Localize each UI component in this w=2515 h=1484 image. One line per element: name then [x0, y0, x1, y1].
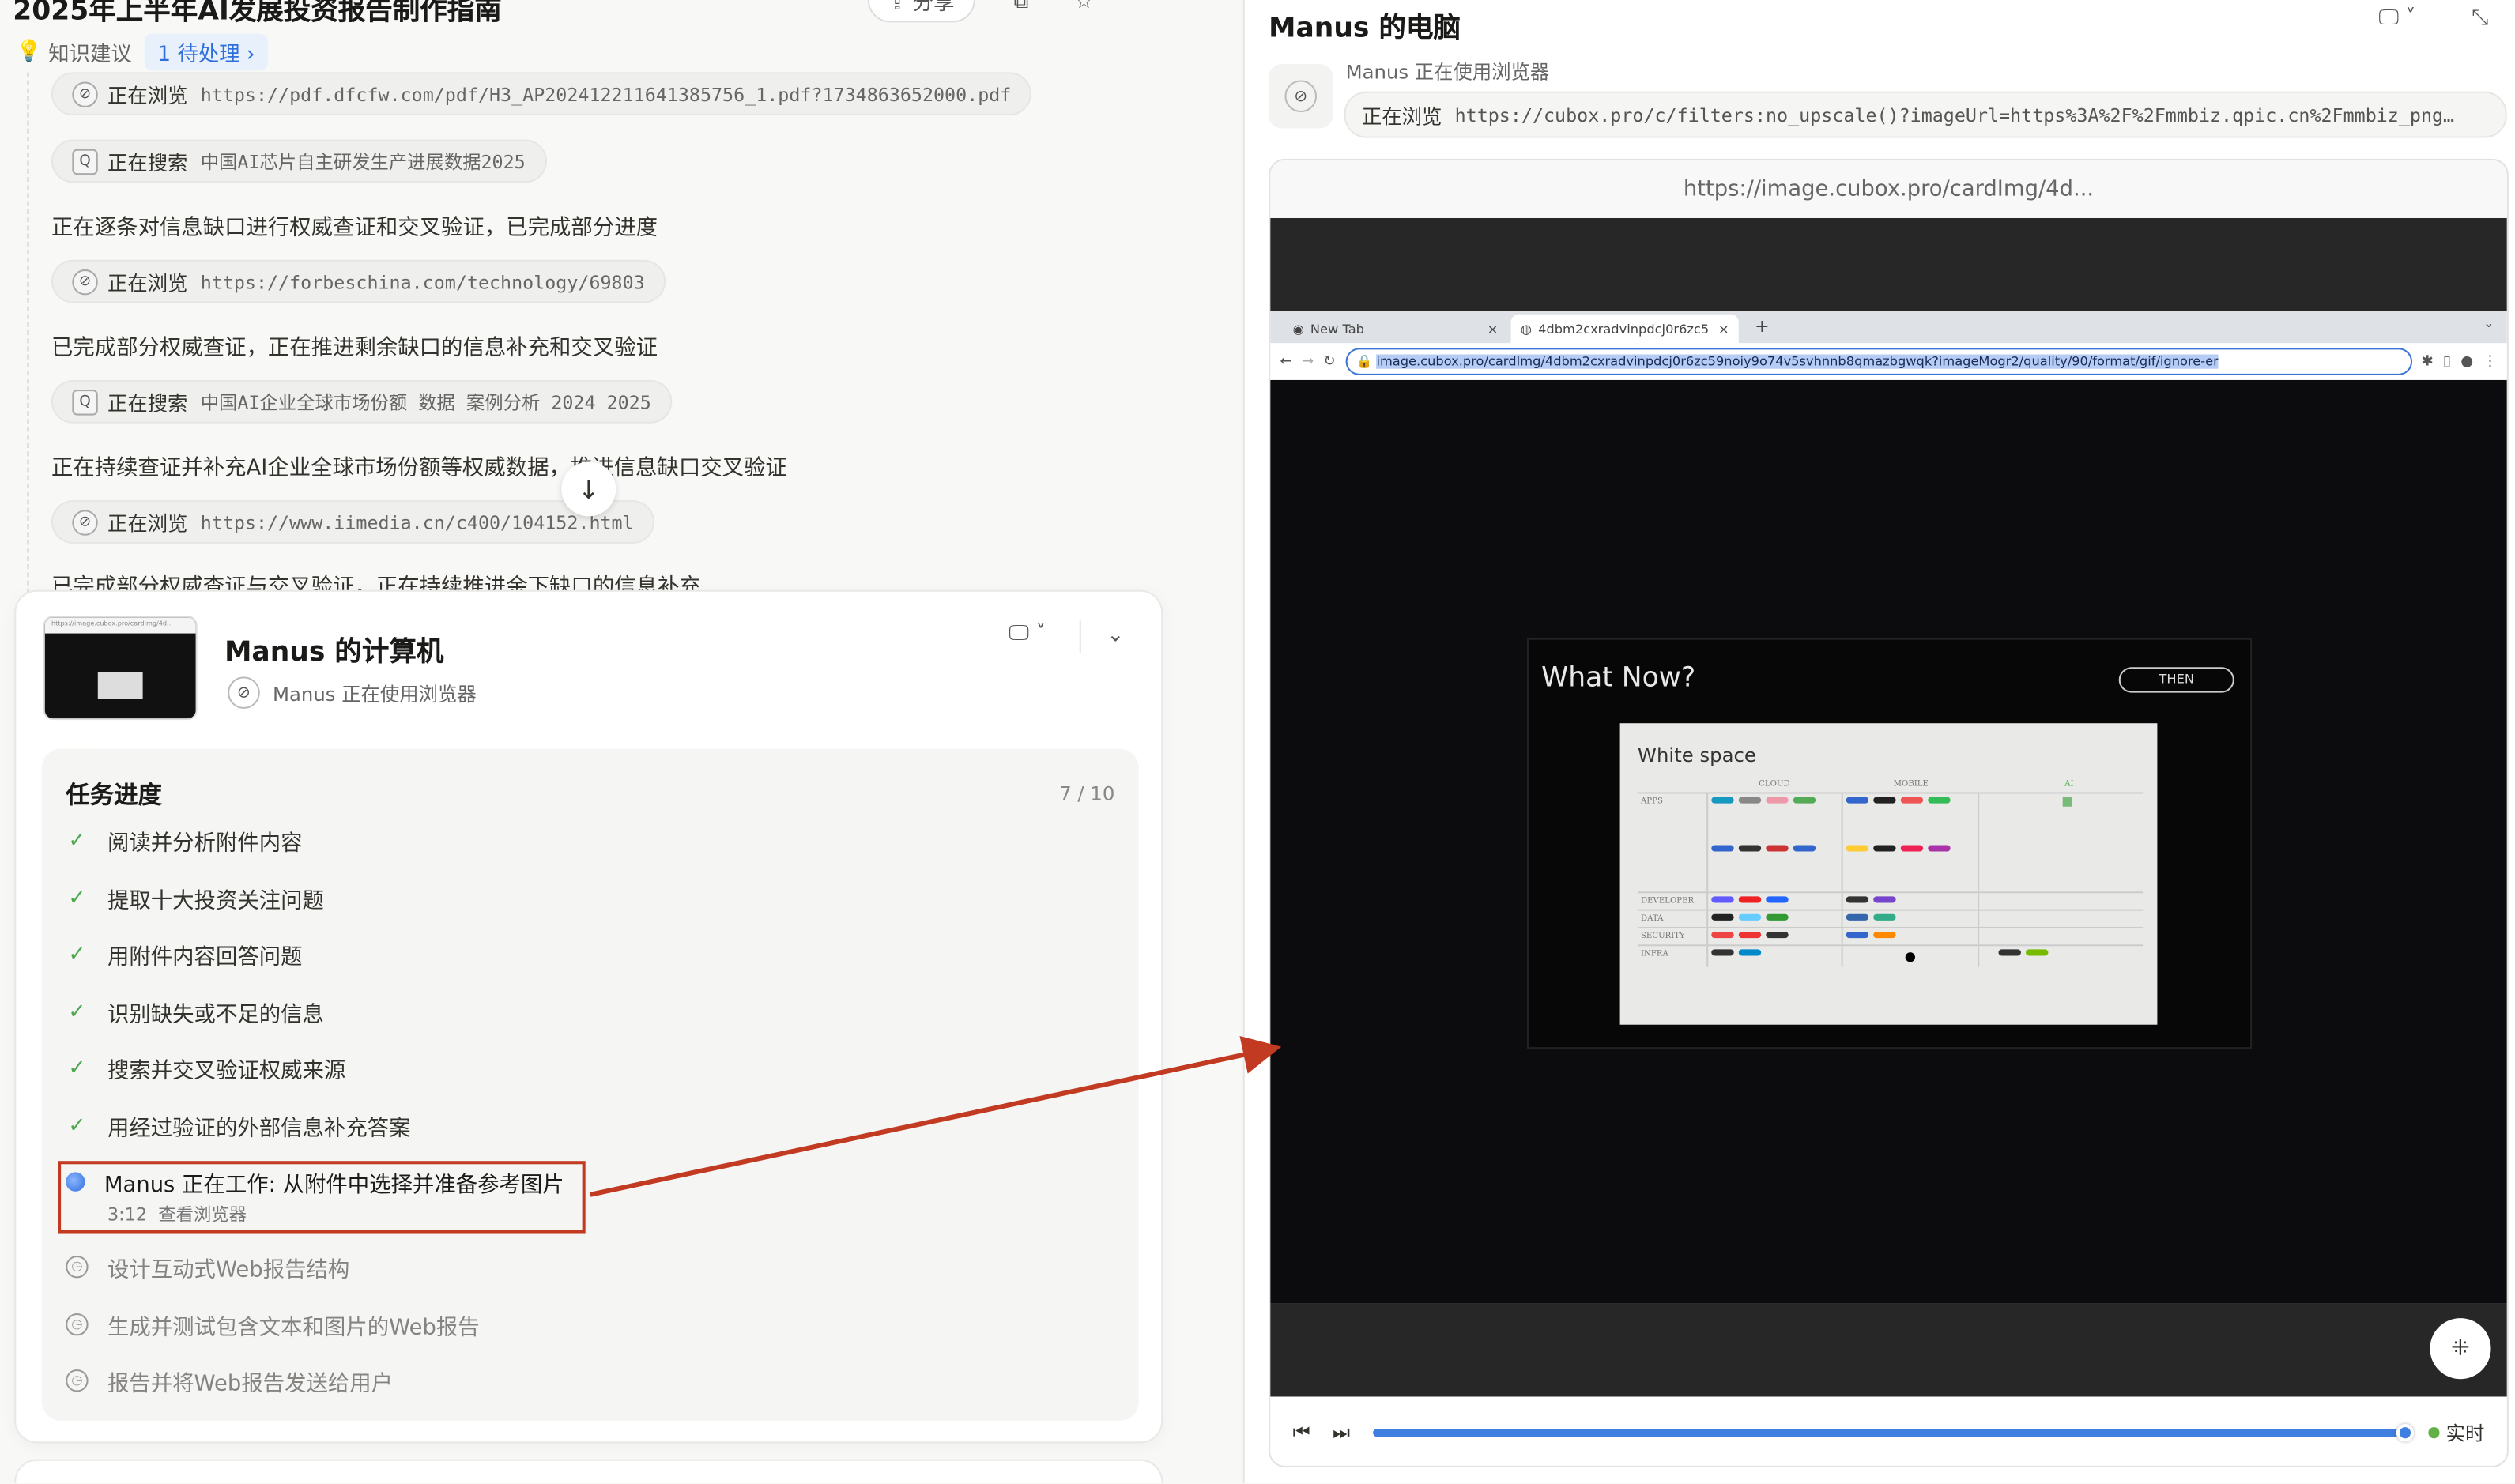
browse-chip[interactable]: ⊘ 正在浏览 https://www.iimedia.cn/c400/104152.…	[51, 500, 655, 544]
live-dot-icon	[2428, 1427, 2440, 1439]
check-icon: ✓	[68, 1056, 86, 1080]
clock-icon: ◷	[66, 1313, 89, 1336]
step-done: ✓ 提取十大投资关注问题	[66, 882, 324, 914]
next-card	[14, 1459, 1163, 1484]
knowledge-suggestions[interactable]: 💡 知识建议 1 待处理 ›	[16, 33, 268, 71]
browser-tool-icon: ⊘	[1269, 64, 1333, 129]
search-icon: Q	[72, 389, 98, 415]
address-bar-row: ← → ↻ 🔒 image.cubox.pro/cardImg/4dbm2cxrad…	[1270, 343, 2507, 380]
skip-back-icon[interactable]: ⏮	[1293, 1421, 1310, 1444]
computer-card-title: Manus 的计算机	[224, 636, 444, 669]
lightbulb-icon: 💡	[16, 40, 43, 65]
status-text: 已完成部分权威查证，正在推进剩余缺口的信息补充和交叉验证	[51, 335, 658, 361]
monitor-dropdown[interactable]: 🖵 ˅	[1009, 622, 1046, 646]
profile-icon[interactable]: ●	[2460, 353, 2473, 369]
globe-icon: ◍	[1520, 321, 1532, 337]
clock-icon: ◷	[66, 1255, 89, 1279]
check-icon: ✓	[68, 1000, 86, 1024]
step-done: ✓ 阅读并分析附件内容	[66, 824, 302, 857]
skip-forward-icon[interactable]: ⏭	[1333, 1421, 1350, 1444]
timeline-line	[27, 72, 29, 601]
step-done: ✓ 识别缺失或不足的信息	[66, 996, 324, 1028]
compass-icon: ⊘	[72, 509, 98, 535]
tab-new-tab[interactable]: ◉ New Tab ×	[1283, 315, 1507, 344]
share-button[interactable]: ⇪ 分享	[867, 0, 975, 23]
pending-badge[interactable]: 1 待处理 ›	[145, 33, 268, 71]
new-tab-button[interactable]: +	[1755, 316, 1770, 337]
working-dot-icon	[66, 1172, 85, 1192]
chrome-icon: ◉	[1292, 321, 1304, 337]
divider	[1079, 620, 1081, 653]
minimize-icon[interactable]: ⤡	[2472, 6, 2488, 30]
tab-active[interactable]: ◍ 4dbm2cxradvinpdcj0r6zc5 ×	[1510, 314, 1739, 344]
clock-icon: ◷	[66, 1369, 89, 1392]
view-browser-link[interactable]: 查看浏览器	[158, 1204, 247, 1225]
elapsed-time: 3:12	[107, 1204, 148, 1226]
slide-image: What Now? THEN White space CLOUD MOBILE AI…	[1526, 638, 2253, 1049]
bookmark-icon[interactable]: ☆	[1075, 0, 1094, 14]
share-icon: ⇪	[888, 0, 913, 17]
arrow-down-icon: ↓	[578, 473, 600, 505]
back-icon[interactable]: ←	[1280, 353, 1291, 369]
page-title: 2025年上半年AI发展投资报告制作指南	[13, 0, 502, 28]
step-done: ✓ 用附件内容回答问题	[66, 938, 302, 970]
computer-panel: Manus 的电脑 🖵 ˅ ⤡ ⊘ Manus 正在使用浏览器 正在浏览 http…	[1242, 0, 2515, 1484]
address-bar[interactable]: 🔒 image.cubox.pro/cardImg/4dbm2cxradvinp…	[1344, 348, 2412, 375]
close-icon: ×	[1487, 321, 1499, 337]
chat-panel: 2025年上半年AI发展投资报告制作指南 ⇪ 分享 ⧉ ☆ 💡 知识建议 1 待…	[0, 0, 1242, 1484]
browse-chip[interactable]: ⊘ 正在浏览 https://pdf.dfcfw.com/pdf/H3_AP2024…	[51, 72, 1032, 116]
menu-icon[interactable]: ⋮	[2483, 353, 2497, 369]
status-text: 正在持续查证并补充AI企业全球市场份额等权威数据，推进信息缺口交叉验证	[51, 455, 787, 481]
slider-knob[interactable]	[2396, 1423, 2415, 1441]
compass-icon: ⊘	[72, 81, 98, 107]
computer-panel-title: Manus 的电脑	[1269, 13, 1461, 45]
lock-icon: 🔒	[1356, 354, 1377, 369]
computer-card: https://image.cubox.pro/cardImg/4d... Ma…	[14, 589, 1163, 1444]
progress-title: 任务进度	[66, 781, 162, 810]
check-icon: ✓	[68, 886, 86, 910]
task-progress: 任务进度 7 / 10 ✓ 阅读并分析附件内容 ✓ 提取十大投资关注问题 ✓ 用附件内…	[41, 748, 1139, 1421]
tab-strip: ◉ New Tab × ◍ 4dbm2cxradvinpdcj0r6zc5 × + ⌄	[1270, 311, 2507, 344]
close-icon: ×	[1718, 321, 1729, 337]
page-content: What Now? THEN White space CLOUD MOBILE AI…	[1270, 379, 2507, 1304]
search-chip[interactable]: Q 正在搜索 中国AI企业全球市场份额 数据 案例分析 2024 2025	[51, 379, 673, 424]
browser-view: https://image.cubox.pro/cardImg/4d... ◉ N…	[1269, 158, 2509, 1467]
copy-icon[interactable]: ⧉	[1014, 0, 1029, 14]
chevron-down-icon[interactable]: ⌄	[2483, 316, 2494, 330]
check-icon: ✓	[68, 942, 86, 966]
progress-count: 7 / 10	[1059, 782, 1115, 805]
step-done: ✓ 用经过验证的外部信息补充答案	[66, 1109, 410, 1142]
computer-status: Manus 正在使用浏览器	[1345, 61, 1550, 84]
reload-icon[interactable]: ↻	[1323, 353, 1335, 369]
playback-slider[interactable]	[1372, 1423, 2415, 1441]
monitor-dropdown[interactable]: 🖵 ˅	[2378, 6, 2415, 30]
step-pending: ◷ 报告并将Web报告发送给用户	[66, 1365, 393, 1397]
chevron-down-icon[interactable]: ⌄	[1107, 623, 1124, 647]
compass-icon: ⊘	[72, 268, 98, 295]
status-text: 正在逐条对信息缺口进行权威查证和交叉验证，已完成部分进度	[51, 214, 658, 241]
step-current: Manus 正在工作: 从附件中选择并准备参考图片	[66, 1166, 564, 1198]
compass-icon: ⊘	[1284, 80, 1318, 113]
computer-status: Manus 正在使用浏览器	[272, 682, 477, 705]
computer-thumbnail[interactable]: https://image.cubox.pro/cardImg/4d...	[43, 616, 198, 721]
sidepanel-icon[interactable]: ▯	[2443, 353, 2451, 369]
step-pending: ◷ 设计互动式Web报告结构	[66, 1251, 349, 1282]
step-done: ✓ 搜索并交叉验证权威来源	[66, 1052, 345, 1084]
current-url-chip: 正在浏览 https://cubox.pro/c/filters:no_upsca…	[1344, 91, 2507, 138]
step-pending: ◷ 生成并测试包含文本和图片的Web报告	[66, 1309, 480, 1340]
compass-icon: ⊘	[228, 676, 260, 709]
playback-controls: ⏮ ⏭ 实时	[1270, 1396, 2507, 1466]
check-icon: ✓	[68, 1113, 86, 1138]
live-indicator[interactable]: 实时	[2428, 1419, 2484, 1446]
take-control-button[interactable]: ⁜	[2430, 1318, 2491, 1380]
search-chip[interactable]: Q 正在搜索 中国AI芯片自主研发生产进展数据2025	[51, 139, 547, 183]
check-icon: ✓	[68, 828, 86, 853]
browse-chip[interactable]: ⊘ 正在浏览 https://forbeschina.com/technology/…	[51, 259, 666, 303]
extensions-icon[interactable]: ✱	[2422, 353, 2434, 369]
search-icon: Q	[72, 148, 98, 175]
forward-icon[interactable]: →	[1302, 353, 1314, 369]
cursor-click-icon: ⁜	[2451, 1335, 2470, 1362]
browser-header-url: https://image.cubox.pro/cardImg/4d...	[1270, 160, 2507, 218]
scroll-down-button[interactable]: ↓	[561, 461, 616, 517]
